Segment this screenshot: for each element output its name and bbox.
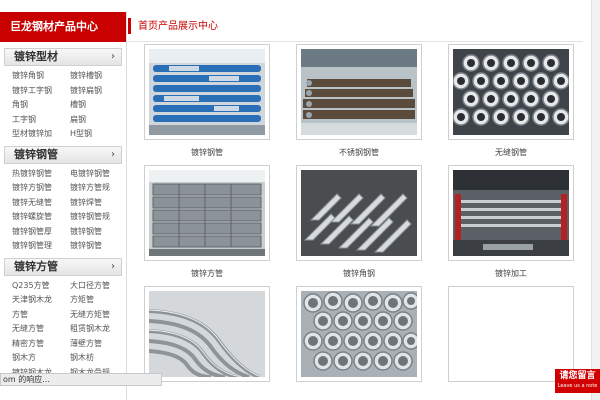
- pipe-bundle-image: [301, 291, 417, 377]
- square-tube-image: [149, 170, 265, 256]
- sidebar-link[interactable]: 钢木枋: [70, 352, 126, 364]
- product-caption[interactable]: 镀锌角钢: [296, 269, 422, 279]
- sidebar-link[interactable]: 槽钢: [70, 99, 126, 111]
- sidebar-link[interactable]: 镀锌焊管: [70, 197, 126, 209]
- galvanizing-factory-image: [453, 170, 569, 256]
- category-title: 镀锌方管: [14, 259, 58, 273]
- product-card[interactable]: 无缝钢管: [448, 44, 574, 158]
- chevron-right-icon: ›: [111, 260, 115, 272]
- sidebar-title: 巨龙钢材产品中心: [0, 12, 126, 42]
- category-links: Q235方管 大口径方管 天津钢木龙 方矩管 方管 无缝方矩管 无缝方管 租赁钢…: [12, 280, 126, 379]
- category-header-galvanized-pipes[interactable]: 镀锌钢管 ›: [4, 145, 122, 164]
- product-image-placeholder[interactable]: [448, 286, 574, 382]
- product-card[interactable]: 不锈钢钢管: [296, 44, 422, 158]
- stainless-pipe-image: [301, 49, 417, 135]
- sidebar-link[interactable]: 天津钢木龙: [12, 294, 70, 306]
- page: 巨龙钢材产品中心 镀锌型材 › 镀锌角钢 镀锌槽钢 镀锌工字钢 镀锌扁钢 角钢 …: [0, 0, 600, 400]
- sidebar-link[interactable]: 镀锌钢管: [70, 240, 126, 252]
- product-image[interactable]: [448, 165, 574, 261]
- product-image[interactable]: [448, 44, 574, 140]
- seamless-pipe-image: [453, 49, 569, 135]
- product-card[interactable]: [296, 286, 422, 390]
- accent-bar: [128, 18, 131, 34]
- sidebar-link[interactable]: 薄壁方管: [70, 338, 126, 350]
- sidebar-link[interactable]: 镀锌无缝管: [12, 197, 70, 209]
- scrollbar-track[interactable]: [591, 0, 600, 400]
- browser-status-bar: om 的响应...: [0, 373, 162, 386]
- sidebar-link[interactable]: 租赁钢木龙: [70, 323, 126, 335]
- category-header-galvanized-square-tubes[interactable]: 镀锌方管 ›: [4, 257, 122, 276]
- sidebar-link[interactable]: H型钢: [70, 128, 126, 140]
- product-card[interactable]: 镀锌角钢: [296, 165, 422, 279]
- sidebar-link[interactable]: 无缝方矩管: [70, 309, 126, 321]
- sidebar-link[interactable]: 无缝方管: [12, 323, 70, 335]
- sidebar-link[interactable]: 型材镀锌加: [12, 128, 70, 140]
- sidebar-link[interactable]: 镀锌工字钢: [12, 85, 70, 97]
- chevron-right-icon: ›: [111, 148, 115, 160]
- sidebar-link[interactable]: 镀锌方管规: [70, 182, 126, 194]
- galvanized-pipe-image: [149, 49, 265, 135]
- product-caption[interactable]: 镀锌方管: [144, 269, 270, 279]
- sidebar-link[interactable]: 镀锌扁钢: [70, 85, 126, 97]
- product-card[interactable]: 镀锌方管: [144, 165, 270, 279]
- product-caption[interactable]: 镀锌钢管: [144, 148, 270, 158]
- chevron-right-icon: ›: [111, 51, 115, 62]
- sidebar-link[interactable]: 钢木方: [12, 352, 70, 364]
- main-header: 首页产品展示中心: [128, 12, 583, 42]
- leave-message-label: 请您留言: [559, 371, 596, 381]
- sidebar-link[interactable]: 镀锌角钢: [12, 70, 70, 82]
- product-image[interactable]: [144, 286, 270, 382]
- sidebar-link[interactable]: 大口径方管: [70, 280, 126, 292]
- sidebar-link[interactable]: 电镀锌钢管: [70, 168, 126, 180]
- sidebar-link[interactable]: 镀锌螺旋管: [12, 211, 70, 223]
- sidebar-link[interactable]: Q235方管: [12, 280, 70, 292]
- sidebar-link[interactable]: 镀锌槽钢: [70, 70, 126, 82]
- sidebar-link[interactable]: 镀锌钢管理: [12, 240, 70, 252]
- sidebar-link[interactable]: 镀锌方钢管: [12, 182, 70, 194]
- sidebar-link[interactable]: 角钢: [12, 99, 70, 111]
- sidebar-link[interactable]: 精密方管: [12, 338, 70, 350]
- category-links: 镀锌角钢 镀锌槽钢 镀锌工字钢 镀锌扁钢 角钢 槽钢 工字钢 扁钢 型材镀锌加 …: [12, 70, 126, 140]
- category-links: 热镀锌钢管 电镀锌钢管 镀锌方钢管 镀锌方管规 镀锌无缝管 镀锌焊管 镀锌螺旋管…: [12, 168, 126, 252]
- product-caption[interactable]: 不锈钢钢管: [296, 148, 422, 158]
- product-image[interactable]: [144, 44, 270, 140]
- product-card[interactable]: 镀锌钢管: [144, 44, 270, 158]
- sidebar-link[interactable]: 镀锌钢管: [70, 226, 126, 238]
- product-caption[interactable]: 镀锌加工: [448, 269, 574, 279]
- category-header-galvanized-profiles[interactable]: 镀锌型材 ›: [4, 48, 122, 66]
- product-card[interactable]: 镀锌加工: [448, 165, 574, 279]
- product-image[interactable]: [144, 165, 270, 261]
- product-card[interactable]: [144, 286, 270, 390]
- leave-message-sublabel: Leave us a note: [557, 383, 598, 389]
- sidebar-link[interactable]: 热镀锌钢管: [12, 168, 70, 180]
- product-caption[interactable]: 无缝钢管: [448, 148, 574, 158]
- category-title: 镀锌型材: [14, 50, 58, 63]
- sidebar-link[interactable]: 扁钢: [70, 114, 126, 126]
- angle-steel-image: [301, 170, 417, 256]
- sidebar: 巨龙钢材产品中心 镀锌型材 › 镀锌角钢 镀锌槽钢 镀锌工字钢 镀锌扁钢 角钢 …: [0, 12, 127, 400]
- bent-pipe-image: [149, 291, 265, 377]
- sidebar-link[interactable]: 镀锌钢管规: [70, 211, 126, 223]
- category-title: 镀锌钢管: [14, 147, 58, 161]
- sidebar-link[interactable]: 镀锌钢管厚: [12, 226, 70, 238]
- sidebar-link[interactable]: 工字钢: [12, 114, 70, 126]
- sidebar-link[interactable]: 方管: [12, 309, 70, 321]
- page-title: 首页产品展示中心: [138, 21, 218, 32]
- main-content: 首页产品展示中心 镀锌钢管 不锈钢钢管 无缝钢管 镀锌方管 镀锌角钢 镀锌加工: [128, 12, 583, 400]
- product-image[interactable]: [296, 286, 422, 382]
- leave-message-button[interactable]: 请您留言 Leave us a note: [555, 369, 600, 393]
- sidebar-link[interactable]: 方矩管: [70, 294, 126, 306]
- product-image[interactable]: [296, 165, 422, 261]
- product-image[interactable]: [296, 44, 422, 140]
